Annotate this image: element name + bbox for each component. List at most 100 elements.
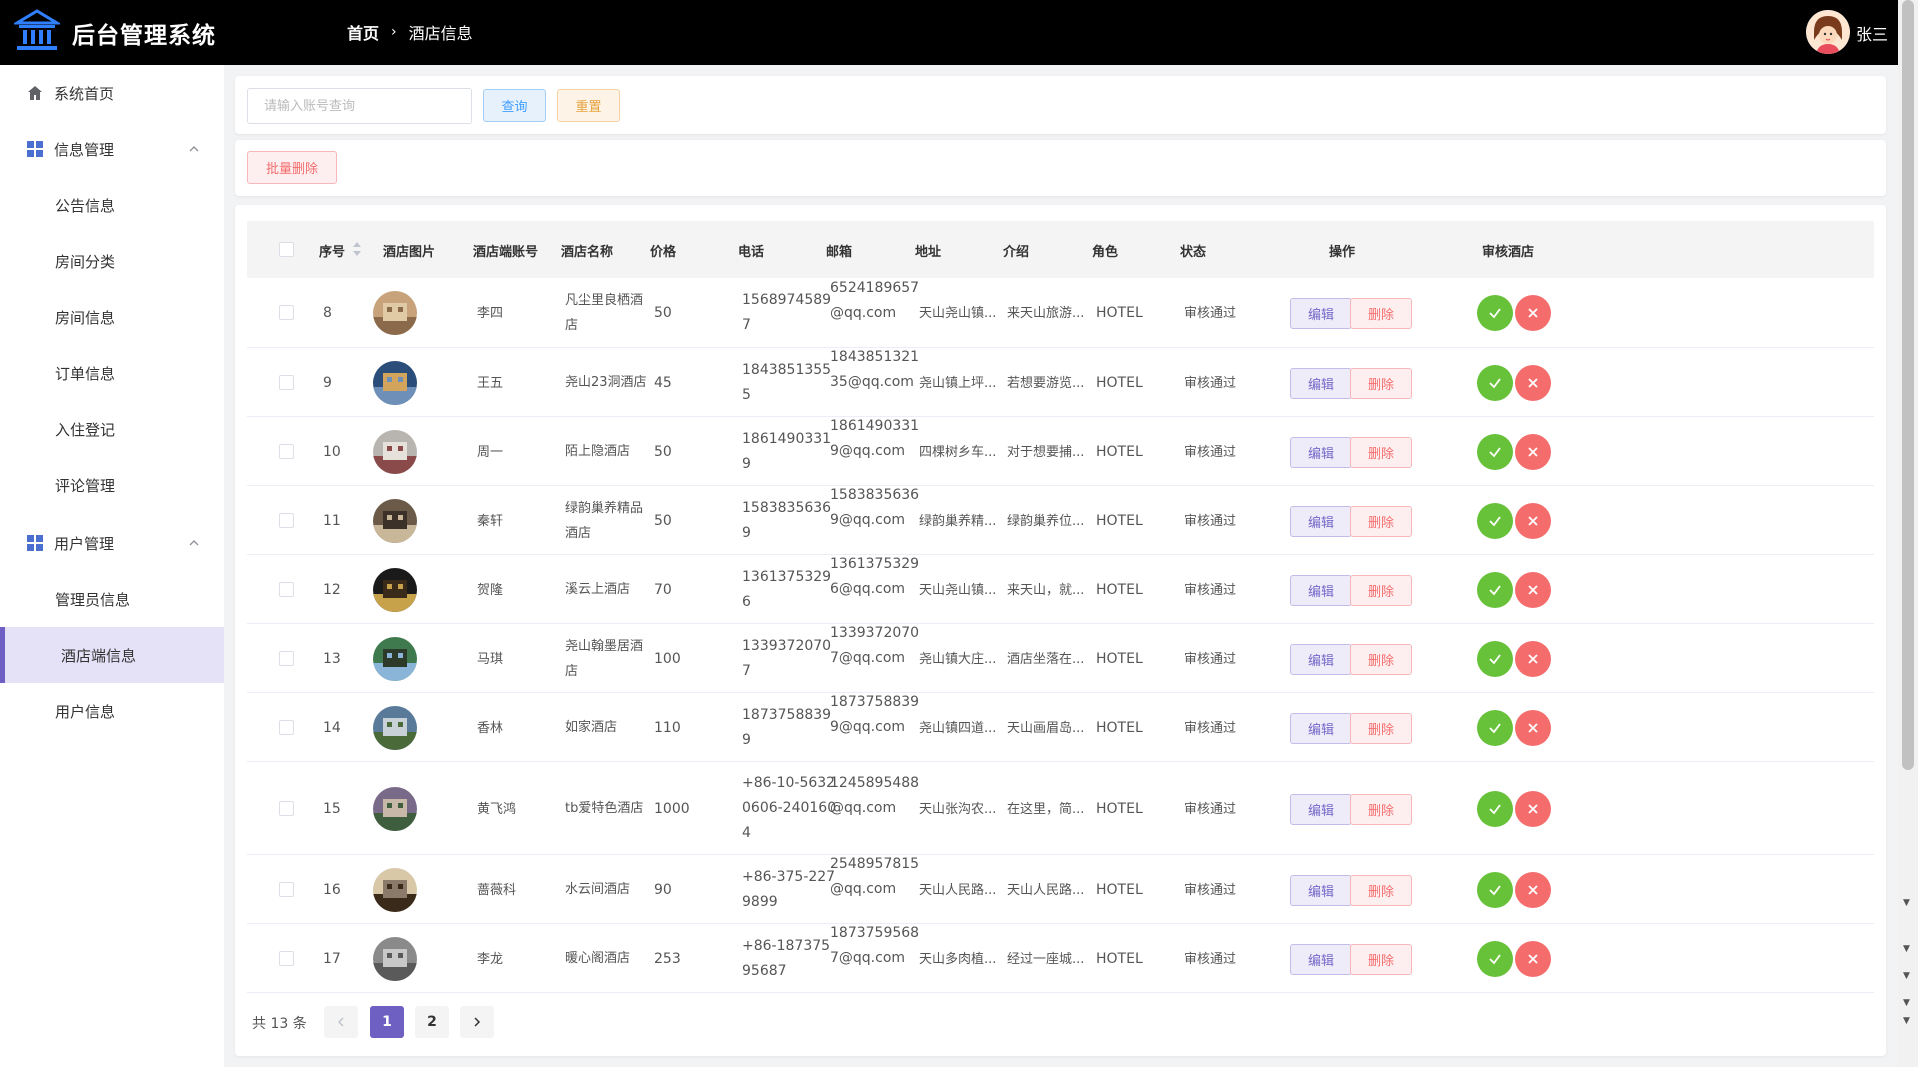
sidebar-item-announcements[interactable]: 公告信息 xyxy=(0,177,224,233)
delete-button[interactable]: 删除 xyxy=(1350,436,1412,468)
sort-icon[interactable] xyxy=(352,241,362,257)
row-checkbox[interactable] xyxy=(279,443,294,459)
username[interactable]: 张三 xyxy=(1856,21,1888,45)
reject-button[interactable] xyxy=(1515,790,1551,827)
edit-button[interactable]: 编辑 xyxy=(1290,505,1352,537)
reject-button[interactable] xyxy=(1515,364,1551,401)
row-checkbox[interactable] xyxy=(279,950,294,966)
row-checkbox[interactable] xyxy=(279,650,294,666)
cell-id: 17 xyxy=(323,950,341,967)
reject-button[interactable] xyxy=(1515,571,1551,608)
cell-email1: 1861490331 xyxy=(830,418,920,434)
close-icon xyxy=(1528,884,1538,895)
prev-page-button[interactable] xyxy=(324,1006,358,1038)
scroll-down-icon[interactable]: ▼ xyxy=(1903,898,1910,908)
row-checkbox[interactable] xyxy=(279,881,294,897)
edit-button[interactable]: 编辑 xyxy=(1290,943,1352,975)
reject-button[interactable] xyxy=(1515,709,1551,746)
approve-button[interactable] xyxy=(1477,871,1513,908)
next-page-button[interactable] xyxy=(460,1006,494,1038)
sidebar-item-info-management[interactable]: 信息管理 xyxy=(0,121,224,177)
pagination-total: 共 13 条 xyxy=(252,1016,307,1032)
cell-email2: 7@qq.com xyxy=(830,650,906,666)
select-all-checkbox[interactable] xyxy=(279,242,294,257)
scroll-down-icon[interactable]: ▼ xyxy=(1903,1016,1910,1026)
cell-address: 四棵树乡车... xyxy=(919,444,997,460)
approve-button[interactable] xyxy=(1477,502,1513,539)
query-button[interactable]: 查询 xyxy=(483,89,546,122)
table-row: 9 王五 尧山23洞酒店 45 1843851355 5 1843851321 35… xyxy=(247,348,1874,417)
column-header-id[interactable]: 序号 xyxy=(319,241,345,260)
delete-button[interactable]: 删除 xyxy=(1350,505,1412,537)
scroll-down-icon[interactable]: ▼ xyxy=(1903,998,1910,1008)
sidebar-item-checkin[interactable]: 入住登记 xyxy=(0,401,224,457)
chevron-right-icon xyxy=(474,1017,481,1027)
reject-button[interactable] xyxy=(1515,295,1551,331)
row-checkbox[interactable] xyxy=(279,512,294,528)
cell-price: 110 xyxy=(654,719,681,736)
approve-button[interactable] xyxy=(1477,295,1513,331)
row-checkbox[interactable] xyxy=(279,581,294,597)
sidebar-item-comments[interactable]: 评论管理 xyxy=(0,457,224,513)
edit-button[interactable]: 编辑 xyxy=(1290,574,1352,606)
hotel-photo-icon xyxy=(373,867,417,912)
delete-button[interactable]: 删除 xyxy=(1350,943,1412,975)
reject-button[interactable] xyxy=(1515,433,1551,470)
sidebar-item-rooms[interactable]: 房间信息 xyxy=(0,289,224,345)
sidebar-item-hotels[interactable]: 酒店端信息 xyxy=(0,627,224,683)
page-2-button[interactable]: 2 xyxy=(415,1006,449,1038)
reject-button[interactable] xyxy=(1515,640,1551,677)
page-1-button[interactable]: 1 xyxy=(370,1006,404,1038)
row-checkbox[interactable] xyxy=(279,374,294,390)
batch-delete-button[interactable]: 批量删除 xyxy=(247,151,337,184)
edit-button[interactable]: 编辑 xyxy=(1290,712,1352,744)
delete-button[interactable]: 删除 xyxy=(1350,874,1412,906)
avatar[interactable] xyxy=(1806,10,1850,54)
approve-button[interactable] xyxy=(1477,940,1513,977)
sidebar-item-admins[interactable]: 管理员信息 xyxy=(0,571,224,627)
delete-button[interactable]: 删除 xyxy=(1350,367,1412,399)
row-checkbox[interactable] xyxy=(279,305,294,320)
breadcrumb-home[interactable]: 首页 xyxy=(347,20,379,44)
approve-button[interactable] xyxy=(1477,433,1513,470)
row-checkbox[interactable] xyxy=(279,800,294,816)
approve-button[interactable] xyxy=(1477,790,1513,827)
sidebar-item-orders[interactable]: 订单信息 xyxy=(0,345,224,401)
approve-button[interactable] xyxy=(1477,640,1513,677)
edit-button[interactable]: 编辑 xyxy=(1290,643,1352,675)
sidebar-item-room-categories[interactable]: 房间分类 xyxy=(0,233,224,289)
reject-button[interactable] xyxy=(1515,940,1551,977)
top-header: 后台管理系统 首页 › 酒店信息 张三 xyxy=(0,0,1898,65)
edit-button[interactable]: 编辑 xyxy=(1290,793,1352,825)
edit-button[interactable]: 编辑 xyxy=(1290,298,1352,329)
delete-button[interactable]: 删除 xyxy=(1350,712,1412,744)
delete-button[interactable]: 删除 xyxy=(1350,574,1412,606)
edit-button[interactable]: 编辑 xyxy=(1290,367,1352,399)
approve-button[interactable] xyxy=(1477,709,1513,746)
approve-button[interactable] xyxy=(1477,364,1513,401)
scrollbar-thumb[interactable] xyxy=(1902,0,1914,770)
edit-button[interactable]: 编辑 xyxy=(1290,436,1352,468)
cell-email1: 6524189657 xyxy=(830,279,920,296)
reject-button[interactable] xyxy=(1515,871,1551,908)
hotel-image xyxy=(373,636,417,681)
page-scrollbar[interactable]: ▼ ▼ ▼ ▼ ▼ xyxy=(1898,0,1918,1067)
sidebar-item-users[interactable]: 用户信息 xyxy=(0,683,224,739)
reset-button[interactable]: 重置 xyxy=(557,89,620,122)
row-checkbox[interactable] xyxy=(279,719,294,735)
delete-button[interactable]: 删除 xyxy=(1350,643,1412,675)
sidebar-item-home[interactable]: 系统首页 xyxy=(0,65,224,121)
scroll-down-icon[interactable]: ▼ xyxy=(1903,944,1910,954)
edit-button[interactable]: 编辑 xyxy=(1290,874,1352,906)
sidebar-item-user-management[interactable]: 用户管理 xyxy=(0,515,224,571)
reject-button[interactable] xyxy=(1515,502,1551,539)
approve-button[interactable] xyxy=(1477,571,1513,608)
account-search-input[interactable] xyxy=(247,88,472,124)
delete-button[interactable]: 删除 xyxy=(1350,793,1412,825)
hotel-image xyxy=(373,705,417,750)
scroll-down-icon[interactable]: ▼ xyxy=(1903,971,1910,981)
delete-button[interactable]: 删除 xyxy=(1350,298,1412,329)
cell-name-line2: 店 xyxy=(565,663,579,679)
table-row: 11 秦轩 绿韵巢养精品 酒店 50 1583835636 9 158383563… xyxy=(247,486,1874,555)
check-icon xyxy=(1489,653,1501,664)
